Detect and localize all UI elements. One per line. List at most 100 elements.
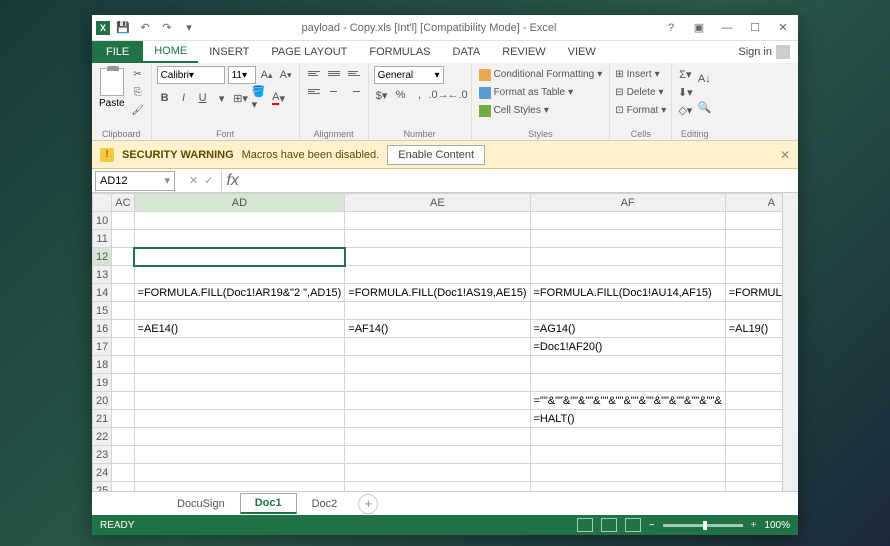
- qat-dropdown-icon[interactable]: ▾: [180, 19, 198, 37]
- number-format-select[interactable]: General▾: [374, 66, 444, 84]
- enter-formula-icon[interactable]: ✓: [204, 174, 213, 187]
- cell[interactable]: [725, 446, 782, 464]
- font-name-select[interactable]: Calibri ▾: [157, 66, 225, 84]
- cell[interactable]: [112, 410, 134, 428]
- page-layout-view-icon[interactable]: [601, 518, 617, 532]
- tab-file[interactable]: FILE: [92, 41, 143, 63]
- page-break-view-icon[interactable]: [625, 518, 641, 532]
- cell[interactable]: [134, 212, 345, 230]
- sheet-tab-docusign[interactable]: DocuSign: [162, 494, 240, 513]
- row-header[interactable]: 11: [93, 230, 112, 248]
- sheet-tab-doc1[interactable]: Doc1: [240, 493, 297, 514]
- tab-pagelayout[interactable]: PAGE LAYOUT: [260, 41, 358, 63]
- cell[interactable]: =HALT(): [530, 410, 725, 428]
- cell[interactable]: [345, 464, 530, 482]
- cell[interactable]: [530, 230, 725, 248]
- font-size-select[interactable]: 11 ▾: [228, 66, 256, 84]
- undo-icon[interactable]: ↶: [136, 19, 154, 37]
- help-icon[interactable]: ?: [660, 19, 682, 37]
- align-left-icon[interactable]: [305, 84, 323, 98]
- comma-icon[interactable]: ,: [412, 87, 428, 103]
- sign-in-button[interactable]: Sign in: [727, 41, 798, 63]
- decrease-decimal-icon[interactable]: ←.0: [450, 87, 466, 103]
- row-header[interactable]: 13: [93, 266, 112, 284]
- row-header[interactable]: 10: [93, 212, 112, 230]
- fill-icon[interactable]: ⬇▾: [677, 84, 693, 100]
- align-center-icon[interactable]: [325, 84, 343, 98]
- cell[interactable]: [725, 374, 782, 392]
- cell[interactable]: [345, 482, 530, 492]
- row-header[interactable]: 12: [93, 248, 112, 266]
- insert-cells-button[interactable]: ⊞ Insert ▾: [615, 66, 666, 83]
- cell-styles-button[interactable]: Cell Styles ▾: [477, 102, 605, 119]
- row-header[interactable]: 17: [93, 338, 112, 356]
- sort-filter-icon[interactable]: A↓: [696, 66, 712, 92]
- vertical-scrollbar[interactable]: [782, 193, 798, 491]
- enable-content-button[interactable]: Enable Content: [387, 145, 485, 165]
- fx-icon[interactable]: fx: [222, 172, 242, 190]
- cell[interactable]: [134, 356, 345, 374]
- cell[interactable]: [134, 392, 345, 410]
- row-header[interactable]: 22: [93, 428, 112, 446]
- cell[interactable]: [134, 464, 345, 482]
- save-icon[interactable]: 💾: [114, 19, 132, 37]
- close-icon[interactable]: ✕: [772, 19, 794, 37]
- cell[interactable]: [725, 212, 782, 230]
- cell[interactable]: [134, 266, 345, 284]
- cell[interactable]: [134, 410, 345, 428]
- border-icon[interactable]: ⊞▾: [233, 90, 249, 106]
- cell[interactable]: [725, 338, 782, 356]
- cell[interactable]: [725, 428, 782, 446]
- percent-icon[interactable]: %: [393, 87, 409, 103]
- italic-button[interactable]: I: [176, 90, 192, 106]
- align-middle-icon[interactable]: [325, 66, 343, 80]
- cell[interactable]: [134, 230, 345, 248]
- cell[interactable]: =FORMULA.FILL(Doc1!AU14,AF15): [530, 284, 725, 302]
- cell[interactable]: =FORMULA.FILL(Doc1!AS19,AE15): [345, 284, 530, 302]
- cell[interactable]: =FORMULA.FILL(Doc1!AR19&"2 ",AD15): [134, 284, 345, 302]
- cell[interactable]: [112, 320, 134, 338]
- cell[interactable]: =Doc1!AF20(): [530, 338, 725, 356]
- cell[interactable]: [112, 356, 134, 374]
- col-header[interactable]: A: [725, 194, 782, 212]
- cell[interactable]: [345, 446, 530, 464]
- cell[interactable]: [725, 248, 782, 266]
- row-header[interactable]: 18: [93, 356, 112, 374]
- cell[interactable]: [530, 374, 725, 392]
- tab-view[interactable]: VIEW: [557, 41, 607, 63]
- row-header[interactable]: 25: [93, 482, 112, 492]
- select-all-corner[interactable]: [93, 194, 112, 212]
- cell[interactable]: [112, 464, 134, 482]
- zoom-out-icon[interactable]: −: [649, 520, 655, 531]
- sheet-tab-doc2[interactable]: Doc2: [297, 494, 353, 513]
- cell[interactable]: [134, 482, 345, 492]
- cell[interactable]: [112, 482, 134, 492]
- cell[interactable]: [345, 302, 530, 320]
- cell[interactable]: [725, 230, 782, 248]
- cell[interactable]: [134, 428, 345, 446]
- cell[interactable]: [345, 338, 530, 356]
- underline-button[interactable]: U: [195, 90, 211, 106]
- cell[interactable]: [725, 266, 782, 284]
- cell[interactable]: [345, 212, 530, 230]
- cell[interactable]: [725, 464, 782, 482]
- selected-cell[interactable]: [134, 248, 345, 266]
- cell[interactable]: [345, 410, 530, 428]
- cell[interactable]: [530, 266, 725, 284]
- tab-home[interactable]: HOME: [143, 41, 198, 63]
- cell[interactable]: =AE14(): [134, 320, 345, 338]
- cell[interactable]: [725, 392, 782, 410]
- align-bottom-icon[interactable]: [345, 66, 363, 80]
- cell[interactable]: [345, 374, 530, 392]
- copy-icon[interactable]: ⎘: [130, 84, 146, 100]
- worksheet-grid[interactable]: AC AD AE AF A 10 11 12 13 14=FORMULA.FIL…: [92, 193, 798, 491]
- format-cells-button[interactable]: ⊡ Format ▾: [615, 102, 666, 119]
- row-header[interactable]: 20: [93, 392, 112, 410]
- cell[interactable]: [530, 248, 725, 266]
- currency-icon[interactable]: $▾: [374, 87, 390, 103]
- ribbon-options-icon[interactable]: ▣: [688, 19, 710, 37]
- cell[interactable]: =AG14(): [530, 320, 725, 338]
- normal-view-icon[interactable]: [577, 518, 593, 532]
- row-header[interactable]: 21: [93, 410, 112, 428]
- cell[interactable]: =AL19(): [725, 320, 782, 338]
